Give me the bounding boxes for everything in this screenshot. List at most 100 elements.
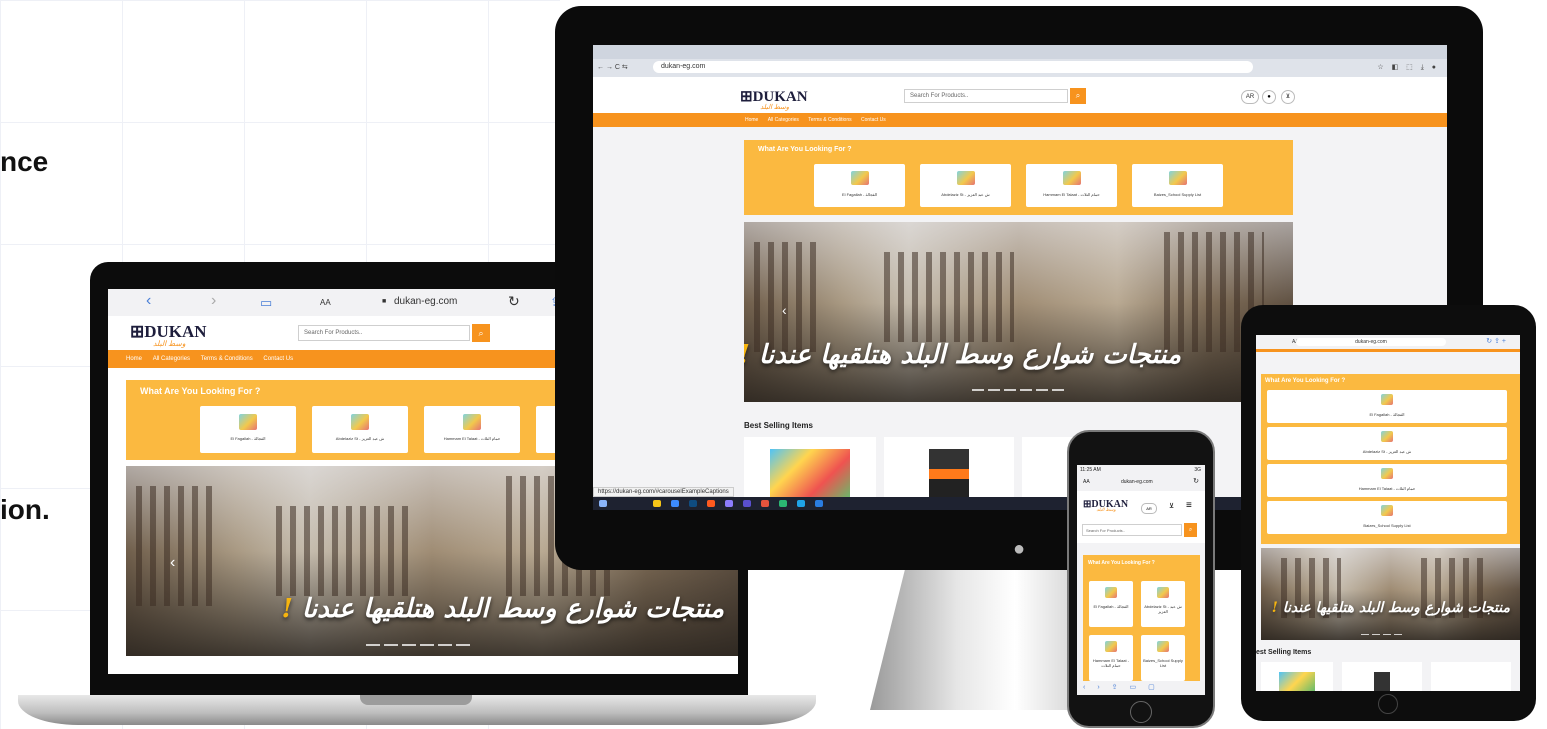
hero-caption: منتجات شوارع وسط البلد هتلقيها عندنا ! bbox=[744, 340, 1181, 370]
nav-terms[interactable]: Terms & Conditions bbox=[808, 113, 851, 127]
status-time: 11:25 AM bbox=[1080, 467, 1101, 473]
address-bar[interactable]: dukan-eg.com bbox=[1296, 338, 1446, 346]
category-image bbox=[463, 414, 481, 430]
category-card[interactable]: Baizes_School Supply List bbox=[1267, 501, 1507, 534]
start-icon bbox=[599, 500, 607, 507]
cropped-text-1: nce bbox=[0, 146, 49, 177]
illustrator-icon bbox=[707, 500, 715, 507]
main-nav: Home All Categories Terms & Conditions C… bbox=[593, 113, 1447, 127]
category-image bbox=[351, 414, 369, 430]
chrome-icon bbox=[779, 500, 787, 507]
reload-icon[interactable]: ↻ bbox=[1193, 477, 1199, 485]
search-input[interactable]: Search For Products.. bbox=[1082, 524, 1182, 536]
site-body: What Are You Looking For ? El Fagallah -… bbox=[1256, 352, 1520, 691]
category-card[interactable]: Hammam El Talaat - حمام التلات bbox=[424, 406, 520, 453]
category-card[interactable]: Abdelaziz St - ش عبد العزيز bbox=[312, 406, 408, 453]
mail-icon bbox=[815, 500, 823, 507]
category-card[interactable]: Baizes_School Supply List bbox=[1141, 635, 1185, 681]
ipad-screen: AA dukan-eg.com ↻ ⇪ + What Are You Looki… bbox=[1256, 335, 1520, 691]
iphone-home-button[interactable] bbox=[1130, 701, 1152, 723]
hero-caption: منتجات شوارع وسط البلد هتلقيها عندنا ! bbox=[1271, 600, 1510, 616]
text-size-button[interactable]: AA bbox=[320, 298, 331, 307]
category-panel: What Are You Looking For ? El Fagallah -… bbox=[1261, 374, 1520, 544]
site-logo[interactable]: ⊞DUKAN وسط البلد bbox=[130, 322, 207, 348]
carousel-prev-icon[interactable]: ‹ bbox=[782, 302, 787, 318]
carousel-indicators[interactable] bbox=[1361, 634, 1402, 635]
category-card[interactable]: Abdelaziz St - ش عبد العزيز bbox=[920, 164, 1011, 207]
product-card[interactable] bbox=[744, 437, 876, 497]
category-card[interactable]: El Fagallah - الفجالة bbox=[1267, 390, 1507, 423]
bookmarks-icon[interactable]: ▭ bbox=[260, 295, 272, 311]
back-icon[interactable]: ‹ bbox=[146, 292, 151, 310]
status-signal: 3G bbox=[1194, 467, 1201, 473]
nav-terms[interactable]: Terms & Conditions bbox=[201, 350, 253, 368]
premiere-icon bbox=[743, 500, 751, 507]
text-size-button[interactable]: AA bbox=[1083, 479, 1090, 485]
laptop-notch bbox=[360, 695, 472, 705]
site-body: What Are You Looking For ? El Fagallah -… bbox=[1077, 543, 1205, 695]
category-card[interactable]: El Fagallah - الفجالة bbox=[200, 406, 296, 453]
search-icon[interactable]: ⌕ bbox=[472, 324, 490, 342]
category-card[interactable]: El Fagallah - الفجالة bbox=[1089, 581, 1133, 627]
address-bar[interactable]: dukan-eg.com bbox=[1121, 479, 1153, 485]
iphone-screen: 11:25 AM 3G AA dukan-eg.com ↻ ⊞DUKAN وسط … bbox=[1077, 465, 1205, 695]
cropped-text-2: ion. bbox=[0, 494, 50, 525]
product-card[interactable] bbox=[1261, 662, 1333, 691]
site-header: ⊞DUKAN وسط البلد Search For Products.. ⌕ … bbox=[593, 77, 1447, 113]
user-icon[interactable]: ● bbox=[1262, 90, 1276, 104]
reload-icon[interactable]: ↻ bbox=[508, 293, 520, 310]
product-card[interactable] bbox=[1431, 662, 1511, 691]
category-card[interactable]: Abdelaziz St - ش عبد العزيز bbox=[1267, 427, 1507, 460]
safari-bottom-bar[interactable]: ‹›⇪▭▢ bbox=[1077, 681, 1205, 695]
ipad-home-button[interactable] bbox=[1378, 694, 1398, 714]
cart-icon[interactable]: ⊻ bbox=[1281, 90, 1295, 104]
menu-icon[interactable]: ≡ bbox=[1186, 500, 1192, 511]
carousel-indicators[interactable] bbox=[972, 389, 1064, 391]
nav-home[interactable]: Home bbox=[745, 113, 758, 127]
category-card[interactable]: Hammam El Talaat - حمام التلات bbox=[1026, 164, 1117, 207]
search-icon[interactable]: ⌕ bbox=[1070, 88, 1086, 104]
product-card[interactable] bbox=[1342, 662, 1422, 691]
site-logo[interactable]: ⊞DUKAN وسط البلد bbox=[740, 87, 808, 111]
carousel-prev-icon[interactable]: ‹ bbox=[170, 554, 175, 572]
browser-nav-icons[interactable]: ← → C ⇆ bbox=[597, 63, 628, 71]
browser-tabs bbox=[593, 45, 1447, 59]
language-button[interactable]: AR bbox=[1141, 503, 1157, 514]
app-icon bbox=[671, 500, 679, 507]
panel-title: What Are You Looking For ? bbox=[140, 386, 261, 396]
category-card[interactable]: Baizes_School Supply List bbox=[1132, 164, 1223, 207]
cart-icon[interactable]: ⊻ bbox=[1169, 502, 1174, 510]
category-card[interactable]: Hammam El Talaat - حمام التلات bbox=[1267, 464, 1507, 497]
nav-contact[interactable]: Contact Us bbox=[861, 113, 886, 127]
nav-categories[interactable]: All Categories bbox=[153, 350, 190, 368]
category-card[interactable]: Abdelaziz St - ش عبد العزيز bbox=[1141, 581, 1185, 627]
site-logo[interactable]: ⊞DUKAN وسط البلد bbox=[1083, 499, 1128, 513]
product-card[interactable] bbox=[884, 437, 1014, 497]
apple-logo-icon: ● bbox=[1013, 538, 1026, 560]
address-bar[interactable]: dukan-eg.com bbox=[394, 296, 457, 307]
search-input[interactable]: Search For Products.. bbox=[904, 89, 1068, 103]
browser-toolbar-icons[interactable]: ☆ ◧ ⬚ ⤓ ● bbox=[1377, 63, 1439, 72]
address-bar[interactable]: dukan-eg.com bbox=[653, 61, 1253, 73]
lock-icon: ■ bbox=[382, 298, 387, 305]
ipad-safari-toolbar: AA dukan-eg.com ↻ ⇪ + bbox=[1256, 335, 1520, 349]
language-button[interactable]: AR bbox=[1241, 90, 1259, 104]
category-card[interactable]: Hammam El Talaat - حمام التلات bbox=[1089, 635, 1133, 681]
hero-carousel[interactable]: ‹ منتجات شوارع وسط البلد هتلقيها عندنا ! bbox=[744, 222, 1293, 402]
nav-home[interactable]: Home bbox=[126, 350, 142, 368]
hero-carousel[interactable]: منتجات شوارع وسط البلد هتلقيها عندنا ! bbox=[1261, 548, 1520, 640]
ipad-toolbar-icons[interactable]: ↻ ⇪ + bbox=[1486, 337, 1506, 345]
nav-contact[interactable]: Contact Us bbox=[263, 350, 293, 368]
search-input[interactable]: Search For Products.. bbox=[298, 325, 470, 341]
site-header: ⊞DUKAN وسط البلد AR ⊻ ≡ Search For Produc… bbox=[1077, 491, 1205, 543]
status-url: https://dukan-eg.com/#carouselExampleCap… bbox=[593, 487, 734, 497]
search-icon[interactable]: ⌕ bbox=[1184, 523, 1197, 537]
forward-icon[interactable]: › bbox=[211, 292, 216, 310]
carousel-indicators[interactable] bbox=[366, 644, 470, 646]
category-image bbox=[239, 414, 257, 430]
best-selling-heading: Best Selling Items bbox=[744, 421, 813, 430]
photoshop-icon bbox=[689, 500, 697, 507]
category-card[interactable]: El Fagallah - الفجالة bbox=[814, 164, 905, 207]
nav-categories[interactable]: All Categories bbox=[768, 113, 799, 127]
category-panel: What Are You Looking For ? El Fagallah -… bbox=[1083, 555, 1200, 695]
